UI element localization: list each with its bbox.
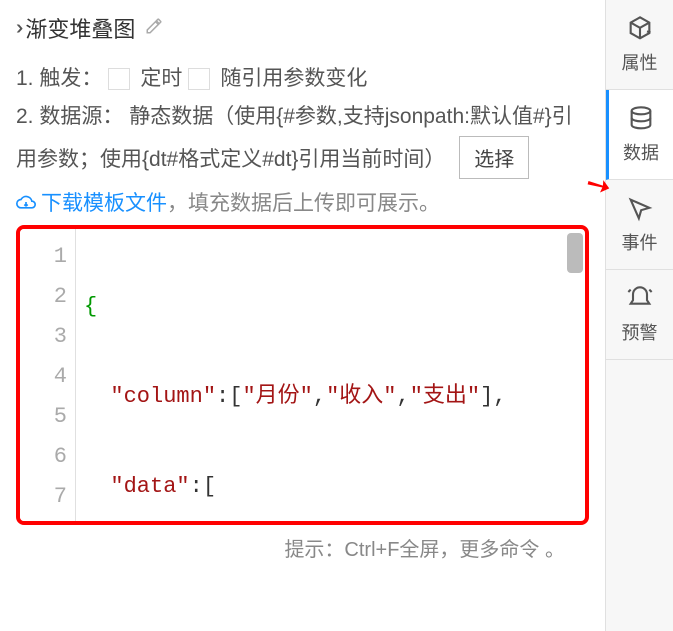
line-gutter: 1 2 3 4 5 6 7	[20, 229, 76, 521]
param-label: 随引用参数变化	[220, 60, 367, 98]
timer-checkbox[interactable]	[108, 68, 130, 90]
download-suffix: ，填充数据后上传即可展示。	[167, 192, 440, 215]
page-title: 渐变堆叠图	[25, 12, 135, 44]
cursor-icon	[626, 195, 654, 223]
main-panel: ›› 渐变堆叠图 1. 触发： 定时 随引用参数变化 2. 数据源： 静态数据（…	[0, 0, 605, 631]
database-icon	[627, 105, 655, 133]
code-editor[interactable]: 1 2 3 4 5 6 7 { "column":["月份","收入","支出"…	[16, 225, 589, 525]
collapse-icon[interactable]: ››	[16, 17, 17, 40]
editor-hint: 提示：Ctrl+F全屏，更多命令 。	[16, 525, 589, 570]
right-sidebar: ➘ 属性 数据 事件 预警	[605, 0, 673, 631]
datasource-row: 2. 数据源： 静态数据（使用{#参数,支持jsonpath:默认值#}引用参数…	[16, 98, 589, 179]
select-button[interactable]: 选择	[459, 136, 529, 179]
trigger-row: 1. 触发： 定时 随引用参数变化	[16, 60, 589, 98]
tab-props[interactable]: 属性	[606, 0, 673, 90]
code-area[interactable]: { "column":["月份","收入","支出"], "data":[ ["…	[76, 229, 585, 521]
tab-alert[interactable]: 预警	[606, 270, 673, 360]
cube-icon	[626, 15, 654, 43]
tab-data[interactable]: 数据	[606, 90, 673, 180]
param-checkbox[interactable]	[188, 68, 210, 90]
timer-label: 定时	[140, 60, 182, 98]
panel-header: ›› 渐变堆叠图	[16, 12, 589, 44]
cloud-download-icon	[16, 196, 41, 216]
trigger-label: 1. 触发：	[16, 60, 102, 98]
edit-icon[interactable]	[145, 17, 163, 40]
alarm-icon	[626, 285, 654, 313]
datasource-label: 2. 数据源：	[16, 105, 123, 128]
editor-scrollbar[interactable]	[567, 233, 583, 273]
download-row: 下载模板文件，填充数据后上传即可展示。	[16, 187, 589, 217]
download-link[interactable]: 下载模板文件	[16, 192, 167, 215]
